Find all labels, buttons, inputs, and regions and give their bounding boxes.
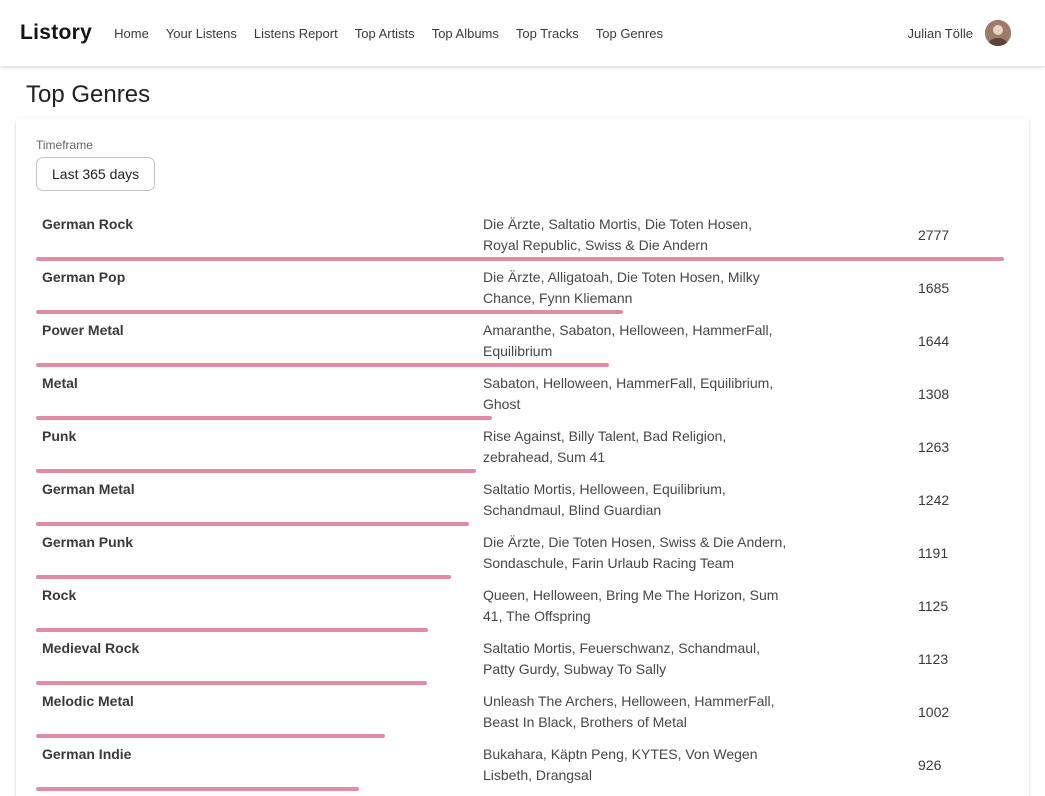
nav-link-your-listens[interactable]: Your Listens: [166, 26, 237, 41]
genre-artists: Sabaton, Helloween, HammerFall, Equilibr…: [483, 373, 788, 415]
genre-row: German Pop Die Ärzte, Alligatoah, Die To…: [36, 264, 1004, 317]
genre-row: German Punk Die Ärzte, Die Toten Hosen, …: [36, 529, 1004, 582]
nav-link-top-artists[interactable]: Top Artists: [355, 26, 415, 41]
nav-link-top-genres[interactable]: Top Genres: [596, 26, 663, 41]
genre-row: Punk Rise Against, Billy Talent, Bad Rel…: [36, 423, 1004, 476]
genre-name: Punk: [36, 426, 483, 468]
top-genres-card: Timeframe Last 365 days German Rock Die …: [16, 118, 1029, 796]
genre-bar: [36, 575, 451, 579]
genre-artists: Amaranthe, Sabaton, Helloween, HammerFal…: [483, 320, 788, 362]
genre-count: 1123: [918, 651, 1004, 667]
genre-bar: [36, 628, 428, 632]
genre-row: German Indie Bukahara, Käptn Peng, KYTES…: [36, 741, 1004, 794]
genre-row: Rock Queen, Helloween, Bring Me The Hori…: [36, 582, 1004, 635]
genre-artists: Queen, Helloween, Bring Me The Horizon, …: [483, 585, 788, 627]
row-spacer: [788, 267, 918, 309]
genre-count: 1263: [918, 439, 1004, 455]
genre-row: Metal Sabaton, Helloween, HammerFall, Eq…: [36, 370, 1004, 423]
genre-row: German Rock Die Ärzte, Saltatio Mortis, …: [36, 211, 1004, 264]
genre-name: German Metal: [36, 479, 483, 521]
timeframe-filter: Timeframe Last 365 days: [36, 138, 1004, 191]
genre-count: 1685: [918, 280, 1004, 296]
user-name: Julian Tölle: [907, 26, 973, 41]
genre-count: 2777: [918, 227, 1004, 243]
genre-name: German Pop: [36, 267, 483, 309]
genre-name: Medieval Rock: [36, 638, 483, 680]
genre-artists: Die Ärzte, Die Toten Hosen, Swiss & Die …: [483, 532, 788, 574]
user-photo-icon: [985, 20, 1011, 46]
nav-link-listens-report[interactable]: Listens Report: [254, 26, 338, 41]
genre-name: German Punk: [36, 532, 483, 574]
genre-name: German Indie: [36, 744, 483, 786]
row-spacer: [788, 585, 918, 627]
row-spacer: [788, 691, 918, 733]
genre-count: 1125: [918, 598, 1004, 614]
genre-count: 1191: [918, 545, 1004, 561]
row-spacer: [788, 479, 918, 521]
nav-link-top-albums[interactable]: Top Albums: [432, 26, 499, 41]
genre-artists: Die Ärzte, Saltatio Mortis, Die Toten Ho…: [483, 214, 788, 256]
genre-row: German Metal Saltatio Mortis, Helloween,…: [36, 476, 1004, 529]
row-spacer: [788, 532, 918, 574]
genre-bar: [36, 416, 492, 420]
row-spacer: [788, 214, 918, 256]
genre-name: Melodic Metal: [36, 691, 483, 733]
genre-count: 1644: [918, 333, 1004, 349]
genre-table: German Rock Die Ärzte, Saltatio Mortis, …: [36, 211, 1004, 794]
genre-artists: Rise Against, Billy Talent, Bad Religion…: [483, 426, 788, 468]
genre-bar: [36, 469, 476, 473]
page-title: Top Genres: [26, 81, 1045, 109]
genre-name: Metal: [36, 373, 483, 415]
genre-row: Medieval Rock Saltatio Mortis, Feuerschw…: [36, 635, 1004, 688]
row-spacer: [788, 373, 918, 415]
genre-name: Rock: [36, 585, 483, 627]
genre-row: Power Metal Amaranthe, Sabaton, Hellowee…: [36, 317, 1004, 370]
genre-bar: [36, 257, 1004, 261]
row-spacer: [788, 320, 918, 362]
genre-artists: Saltatio Mortis, Helloween, Equilibrium,…: [483, 479, 788, 521]
row-spacer: [788, 426, 918, 468]
genre-bar: [36, 787, 359, 791]
genre-artists: Bukahara, Käptn Peng, KYTES, Von Wegen L…: [483, 744, 788, 786]
app-logo[interactable]: Listory: [20, 21, 92, 45]
row-spacer: [788, 744, 918, 786]
genre-bar: [36, 363, 609, 367]
nav-link-top-tracks[interactable]: Top Tracks: [516, 26, 579, 41]
timeframe-value: Last 365 days: [52, 166, 139, 182]
genre-bar: [36, 734, 385, 738]
genre-count: 1242: [918, 492, 1004, 508]
timeframe-label: Timeframe: [36, 138, 1004, 152]
genre-bar: [36, 310, 623, 314]
genre-name: Power Metal: [36, 320, 483, 362]
genre-bar: [36, 522, 469, 526]
genre-row: Melodic Metal Unleash The Archers, Hello…: [36, 688, 1004, 741]
row-spacer: [788, 638, 918, 680]
main-nav: Home Your Listens Listens Report Top Artist…: [114, 26, 907, 41]
genre-name: German Rock: [36, 214, 483, 256]
genre-bar: [36, 681, 427, 685]
genre-count: 1308: [918, 386, 1004, 402]
nav-link-home[interactable]: Home: [114, 26, 149, 41]
timeframe-select[interactable]: Last 365 days: [36, 157, 155, 191]
genre-artists: Unleash The Archers, Helloween, HammerFa…: [483, 691, 788, 733]
genre-artists: Saltatio Mortis, Feuerschwanz, Schandmau…: [483, 638, 788, 680]
avatar[interactable]: [985, 20, 1011, 46]
navbar: Listory Home Your Listens Listens Report To…: [0, 0, 1045, 66]
user-menu[interactable]: Julian Tölle: [907, 20, 1011, 46]
genre-count: 926: [918, 757, 1004, 773]
genre-count: 1002: [918, 704, 1004, 720]
genre-artists: Die Ärzte, Alligatoah, Die Toten Hosen, …: [483, 267, 788, 309]
